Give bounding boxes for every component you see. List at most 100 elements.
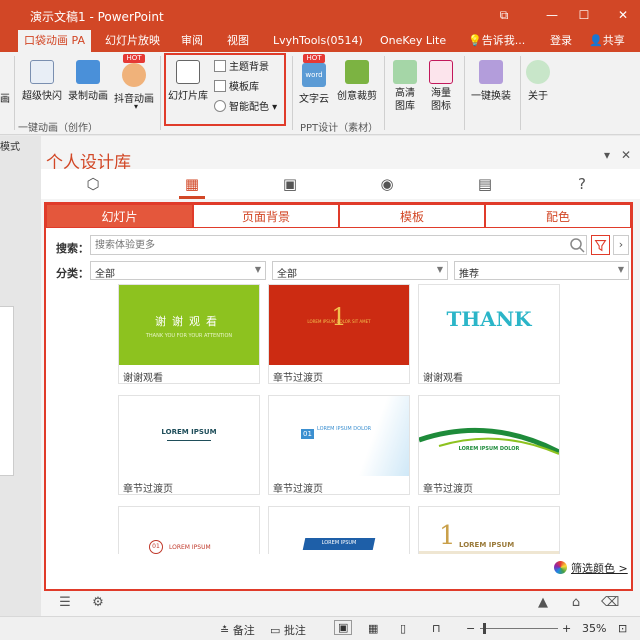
tab-review[interactable]: 审阅	[175, 30, 209, 52]
zoom-level[interactable]: 35%	[582, 622, 606, 635]
sub-tabs: 幻灯片 页面背景 模板 配色	[46, 204, 631, 228]
word-cloud-button[interactable]: HOT word 文字云	[296, 54, 332, 105]
idea-icon[interactable]: ◉	[377, 174, 397, 194]
reading-view-icon[interactable]: ▯	[400, 622, 406, 635]
massive-icons-button[interactable]: 海量图标	[424, 60, 458, 113]
drive-icon[interactable]: ▤	[475, 174, 495, 194]
panel-close-button[interactable]: ✕	[621, 148, 631, 162]
title-bar: 演示文稿1 - PowerPoint ⧉ — ☐ ✕	[0, 0, 640, 30]
template-card[interactable]: LOREM IPSUM 章节过渡页	[118, 395, 260, 495]
douyin-animation-button[interactable]: HOT 抖音动画	[112, 54, 156, 105]
comments-label: 批注	[283, 624, 306, 637]
color-filter-link[interactable]: 筛选颜色 >	[554, 560, 628, 576]
tab-slideshow[interactable]: 幻灯片放映	[99, 30, 166, 52]
help-icon[interactable]: ?	[572, 174, 592, 194]
maximize-button[interactable]: ☐	[573, 6, 595, 24]
word-cloud-label: 文字云	[299, 94, 329, 105]
template-card[interactable]: LOREM IPSUM	[268, 506, 410, 554]
window-title: 演示文稿1 - PowerPoint	[30, 10, 164, 24]
color-wheel-icon	[554, 561, 567, 574]
template-card[interactable]: 1 LOREM IPSUM	[418, 506, 560, 554]
template-card[interactable]: 1 LOREM IPSUM DOLOR SIT AMET 章节过渡页	[268, 284, 410, 384]
thumb-title: THANK	[446, 307, 532, 331]
category-dropdown-2[interactable]: 全部 ▼	[272, 261, 448, 280]
creative-crop-label: 创意裁剪	[337, 91, 377, 102]
menu-icon[interactable]: ☰	[57, 595, 73, 611]
creative-crop-button[interactable]: 创意裁剪	[334, 60, 380, 102]
template-thumbnail: 1 LOREM IPSUM DOLOR SIT AMET	[269, 285, 409, 365]
next-arrow-button[interactable]: ›	[613, 235, 629, 255]
search-input[interactable]	[90, 235, 587, 255]
search-icon[interactable]	[569, 237, 585, 253]
fit-to-window-icon[interactable]: ⊡	[618, 622, 627, 635]
ribbon-separator	[14, 56, 15, 130]
tab-lvyhtools[interactable]: LvyhTools(0514)	[267, 30, 369, 52]
template-card[interactable]: LOREM IPSUM DOLOR 章节过渡页	[418, 395, 560, 495]
template-caption: 章节过渡页	[123, 484, 173, 495]
minimize-button[interactable]: —	[541, 6, 563, 24]
zoom-out-button[interactable]: −	[466, 622, 475, 635]
hd-image-library-button[interactable]: 高清图库	[388, 60, 422, 113]
image-add-icon[interactable]: ▣	[280, 174, 300, 194]
notes-button[interactable]: ≛ 备注	[220, 622, 255, 638]
zoom-slider[interactable]	[480, 628, 558, 629]
lightbulb-icon: 💡	[468, 34, 482, 47]
zoom-in-button[interactable]: +	[562, 622, 571, 635]
template-card[interactable]: 01 LOREM IPSUM	[118, 506, 260, 554]
template-thumbnail: 01 LOREM IPSUM	[119, 507, 259, 554]
about-button[interactable]: 关于	[524, 60, 552, 102]
thumb-title: LOREM IPSUM	[459, 541, 515, 549]
template-thumbnail: LOREM IPSUM	[269, 507, 409, 554]
template-caption: 章节过渡页	[273, 484, 323, 495]
panel-collapse-button[interactable]: ▾	[604, 148, 610, 162]
thumb-title: LOREM IPSUM DOLOR	[317, 426, 372, 432]
clear-icon[interactable]: ⌫	[601, 595, 619, 611]
template-card[interactable]: THANK 谢谢观看	[418, 284, 560, 384]
comments-button[interactable]: ▭ 批注	[270, 622, 306, 638]
tab-onekey[interactable]: OneKey Lite	[374, 30, 452, 52]
about-icon	[526, 60, 550, 84]
record-screen-icon	[76, 60, 100, 84]
subtab-slides[interactable]: 幻灯片	[46, 204, 193, 228]
normal-view-icon[interactable]: ▣	[334, 620, 353, 635]
template-card[interactable]: 01 LOREM IPSUM DOLOR 章节过渡页	[268, 395, 410, 495]
tell-me-label: 告诉我...	[481, 34, 526, 47]
cube-icon[interactable]: ⬡	[83, 174, 103, 194]
filter-icon[interactable]	[591, 235, 610, 255]
slide-thumbnail[interactable]	[0, 306, 14, 476]
slide-sorter-icon[interactable]: ▦	[368, 622, 378, 635]
tell-me-search[interactable]: 💡告诉我...	[462, 30, 531, 52]
sort-dropdown[interactable]: 推荐 ▼	[454, 261, 629, 280]
dropdown-arrow-icon[interactable]: ▾	[134, 102, 138, 111]
category-dropdown-1[interactable]: 全部 ▼	[90, 261, 266, 280]
presentation-icon[interactable]: ▦	[182, 174, 202, 194]
color-filter-label: 筛选颜色 >	[571, 562, 628, 575]
user-icon: 👤	[589, 34, 603, 47]
tab-pa[interactable]: 口袋动画 PA	[18, 30, 91, 52]
template-caption: 章节过渡页	[423, 484, 473, 495]
super-flash-button[interactable]: 超级快闪	[20, 60, 64, 102]
thumb-title: LOREM IPSUM	[161, 428, 217, 436]
graduation-cap-icon[interactable]: ▲	[535, 595, 551, 611]
restore-ribbon-icon[interactable]: ⧉	[493, 6, 515, 24]
zoom-slider-thumb[interactable]	[483, 623, 486, 634]
active-tab-indicator	[179, 196, 205, 199]
signin-button[interactable]: 登录	[544, 30, 578, 52]
record-animation-button[interactable]: 录制动画	[66, 60, 110, 102]
thumb-rule	[167, 440, 211, 441]
template-card[interactable]: 谢谢观看 THANK YOU FOR YOUR ATTENTION 谢谢观看	[118, 284, 260, 384]
template-caption: 章节过渡页	[273, 373, 323, 384]
design-library-panel: 个人设计库 ▾ ✕ ⬡ ▦ ▣ ◉ ▤ ? 幻灯片 页面背景 模板 配色 搜索：…	[41, 136, 640, 616]
home-icon[interactable]: ⌂	[568, 595, 584, 611]
subtab-colors[interactable]: 配色	[485, 204, 631, 228]
one-click-dress-button[interactable]: 一键换装	[468, 60, 514, 102]
share-button[interactable]: 👤共享	[583, 30, 631, 52]
template-thumbnail: 01 LOREM IPSUM DOLOR	[269, 396, 409, 476]
subtab-backgrounds[interactable]: 页面背景	[193, 204, 339, 228]
library-frame: 幻灯片 页面背景 模板 配色 搜索： › 分类： 全部 ▼ 全部 ▼ 推荐 ▼	[44, 202, 633, 591]
subtab-templates[interactable]: 模板	[339, 204, 485, 228]
slideshow-icon[interactable]: ⊓	[432, 622, 441, 635]
close-window-button[interactable]: ✕	[612, 6, 634, 24]
settings-icon[interactable]: ⚙	[90, 595, 106, 611]
tab-view[interactable]: 视图	[221, 30, 255, 52]
